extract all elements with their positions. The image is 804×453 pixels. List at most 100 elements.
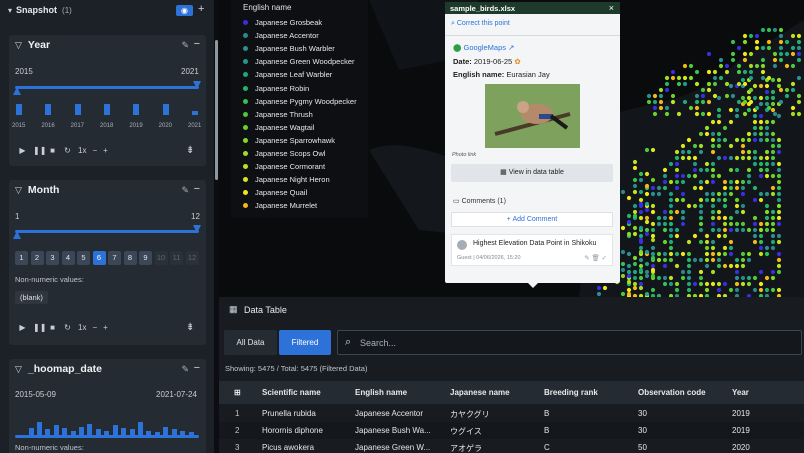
observation-point[interactable] <box>698 257 704 263</box>
month-button-1[interactable]: 1 <box>15 251 28 265</box>
observation-point[interactable] <box>662 281 668 287</box>
observation-point[interactable] <box>710 119 716 125</box>
observation-point[interactable] <box>698 239 704 245</box>
observation-point[interactable] <box>700 93 706 99</box>
observation-point[interactable] <box>724 93 730 99</box>
column-header[interactable]: Breeding rank <box>544 388 598 397</box>
observation-point[interactable] <box>656 257 662 263</box>
observation-point[interactable] <box>698 149 704 155</box>
observation-point[interactable] <box>754 39 760 45</box>
observation-point[interactable] <box>692 167 698 173</box>
observation-point[interactable] <box>710 167 716 173</box>
delete-icon[interactable]: 🗑 <box>591 255 599 262</box>
observation-point[interactable] <box>740 143 746 149</box>
observation-point[interactable] <box>644 171 650 177</box>
pause-icon[interactable]: ❚❚ <box>33 323 46 332</box>
observation-point[interactable] <box>682 81 688 87</box>
observation-point[interactable] <box>704 191 710 197</box>
observation-point[interactable] <box>784 93 790 99</box>
observation-point[interactable] <box>722 281 728 287</box>
observation-point[interactable] <box>748 69 754 75</box>
observation-point[interactable] <box>758 239 764 245</box>
observation-point[interactable] <box>776 143 782 149</box>
month-button-6[interactable]: 6 <box>92 251 106 265</box>
observation-point[interactable] <box>746 173 752 179</box>
year-range-slider[interactable] <box>15 86 199 89</box>
observation-point[interactable] <box>758 233 764 239</box>
observation-point[interactable] <box>740 251 746 257</box>
observation-point[interactable] <box>632 209 638 215</box>
observation-point[interactable] <box>722 251 728 257</box>
observation-point[interactable] <box>632 285 638 291</box>
observation-point[interactable] <box>710 209 716 215</box>
stop-icon[interactable]: ■ <box>48 146 57 155</box>
observation-point[interactable] <box>758 131 764 137</box>
observation-point[interactable] <box>740 155 746 161</box>
observation-point[interactable] <box>674 197 680 203</box>
observation-point[interactable] <box>686 287 692 293</box>
observation-point[interactable] <box>796 33 802 39</box>
observation-point[interactable] <box>752 155 758 161</box>
observation-point[interactable] <box>700 99 706 105</box>
play-icon[interactable]: ▶ <box>18 146 27 155</box>
observation-point[interactable] <box>770 161 776 167</box>
observation-point[interactable] <box>644 191 650 197</box>
observation-point[interactable] <box>626 287 632 293</box>
observation-point[interactable] <box>790 111 796 117</box>
observation-point[interactable] <box>722 215 728 221</box>
observation-point[interactable] <box>716 197 722 203</box>
observation-point[interactable] <box>748 87 754 93</box>
observation-point[interactable] <box>746 179 752 185</box>
observation-point[interactable] <box>710 281 716 287</box>
observation-point[interactable] <box>776 185 782 191</box>
observation-point[interactable] <box>722 197 728 203</box>
observation-point[interactable] <box>694 81 700 87</box>
observation-point[interactable] <box>712 75 718 81</box>
observation-point[interactable] <box>662 173 668 179</box>
observation-point[interactable] <box>662 257 668 263</box>
observation-point[interactable] <box>758 251 764 257</box>
observation-point[interactable] <box>728 119 734 125</box>
observation-point[interactable] <box>656 191 662 197</box>
observation-point[interactable] <box>770 107 776 113</box>
add-snapshot-button[interactable]: + <box>198 3 204 15</box>
observation-point[interactable] <box>644 183 650 189</box>
observation-point[interactable] <box>652 93 658 99</box>
observation-point[interactable] <box>650 255 656 261</box>
observation-point[interactable] <box>776 263 782 269</box>
observation-point[interactable] <box>734 275 740 281</box>
google-maps-link[interactable]: ⬤ GoogleMaps ↗ <box>453 43 514 52</box>
observation-point[interactable] <box>770 119 776 125</box>
observation-point[interactable] <box>638 197 644 203</box>
observation-point[interactable] <box>770 131 776 137</box>
observation-point[interactable] <box>704 245 710 251</box>
observation-point[interactable] <box>704 197 710 203</box>
observation-point[interactable] <box>770 233 776 239</box>
speed-label[interactable]: 1x <box>78 146 86 155</box>
observation-point[interactable] <box>740 203 746 209</box>
observation-point[interactable] <box>766 45 772 51</box>
observation-point[interactable] <box>742 39 748 45</box>
observation-point[interactable] <box>662 215 668 221</box>
observation-point[interactable] <box>668 227 674 233</box>
observation-point[interactable] <box>626 251 632 257</box>
observation-point[interactable] <box>776 221 782 227</box>
observation-point[interactable] <box>736 45 742 51</box>
observation-point[interactable] <box>778 87 784 93</box>
observation-point[interactable] <box>680 209 686 215</box>
observation-point[interactable] <box>668 179 674 185</box>
observation-point[interactable] <box>662 239 668 245</box>
observation-point[interactable] <box>620 291 626 297</box>
observation-point[interactable] <box>664 75 670 81</box>
observation-point[interactable] <box>658 99 664 105</box>
observation-point[interactable] <box>706 111 712 117</box>
month-button-11[interactable]: 11 <box>170 251 183 265</box>
observation-point[interactable] <box>736 81 742 87</box>
observation-point[interactable] <box>790 105 796 111</box>
observation-point[interactable] <box>620 249 626 255</box>
table-row[interactable]: 1 Prunella rubida Japanese Accentor カヤクグリ B 3… <box>219 405 804 422</box>
speed-minus-button[interactable]: − <box>92 146 97 155</box>
legend-item[interactable]: Japanese Quail <box>243 188 307 197</box>
observation-point[interactable] <box>770 245 776 251</box>
observation-point[interactable] <box>650 221 656 227</box>
